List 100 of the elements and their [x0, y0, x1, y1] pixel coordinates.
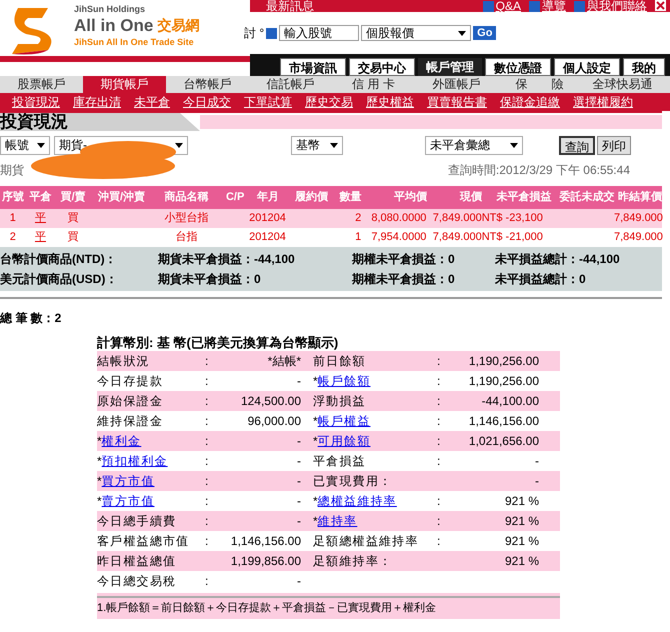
- equity-link[interactable]: 預扣權利金: [102, 452, 168, 470]
- close-position-link[interactable]: 平: [34, 212, 46, 224]
- asterisk: *: [313, 433, 318, 450]
- record-count: 總 筆 數：2: [0, 310, 62, 327]
- dropdown-icon: [510, 142, 518, 148]
- account-tab[interactable]: 保 險: [498, 76, 581, 93]
- close-icon[interactable]: [655, 0, 666, 11]
- table-cell: 2: [355, 212, 362, 224]
- column-header: 委託未成交: [558, 190, 615, 206]
- colon: :: [437, 494, 440, 508]
- equity-label: 原始保證金: [97, 393, 163, 410]
- table-cell: 1: [10, 212, 16, 224]
- equity-value: -: [297, 574, 301, 588]
- go-button[interactable]: Go: [473, 26, 496, 40]
- totals-value: 未平損益總計：-44,100: [495, 251, 620, 268]
- equity-value: -: [535, 474, 539, 488]
- view-select[interactable]: 未平倉彙總: [425, 136, 523, 154]
- news-link[interactable]: 最新訊息: [266, 0, 314, 12]
- brand-name-cjk: 交易網: [157, 17, 200, 35]
- colon: :: [205, 474, 208, 488]
- query-time: 查詢時間:2012/3/29 下午 06:55:44: [448, 162, 630, 179]
- main-tab[interactable]: 我的: [623, 58, 665, 76]
- main-tab[interactable]: 帳戶管理: [418, 58, 482, 76]
- asterisk: *: [313, 413, 318, 430]
- table-cell: 買: [68, 231, 79, 244]
- equity-label: 昨日權益總值: [97, 553, 176, 570]
- sub-link[interactable]: 投資現況: [12, 93, 60, 111]
- totals-label: 台幣計價商品(NTD)：: [0, 251, 118, 268]
- equity-value: 921 %: [504, 514, 539, 528]
- account-select[interactable]: 帳號: [0, 136, 50, 154]
- table-cell: 201204: [249, 212, 286, 224]
- close-position-link[interactable]: 平: [34, 231, 46, 244]
- colon: :: [205, 354, 208, 368]
- equity-label: 前日餘額: [313, 353, 366, 370]
- table-cell: 7,849.000: [614, 231, 663, 244]
- table-cell: NT$ -23,100: [482, 212, 543, 224]
- asterisk: *: [313, 373, 318, 390]
- account-tab[interactable]: 信託帳戶: [249, 76, 332, 93]
- sub-link[interactable]: 下單試算: [244, 93, 292, 111]
- sub-link[interactable]: 未平倉: [134, 93, 170, 111]
- account-tab[interactable]: 信 用 卡: [332, 76, 415, 93]
- equity-value: -44,100.00: [482, 394, 539, 408]
- sub-link[interactable]: 歷史權益: [366, 93, 414, 111]
- colon: :: [205, 494, 208, 508]
- column-header: 沖買/沖賣: [96, 190, 146, 206]
- equity-link[interactable]: 賣方市值: [102, 492, 154, 510]
- account-tab[interactable]: 台幣帳戶: [166, 76, 249, 93]
- equity-value: 1,146,156.00: [230, 534, 301, 548]
- colon: :: [205, 514, 208, 528]
- equity-label: 今日總交易稅: [97, 573, 176, 590]
- currency-select[interactable]: 基幣: [291, 136, 343, 154]
- colon: :: [437, 394, 440, 408]
- formula-note: 1.帳戶餘額＝前日餘額＋今日存提款＋平倉損益－已實現費用＋權利金: [97, 601, 438, 615]
- main-tab[interactable]: 市場資訊: [280, 58, 346, 76]
- account-tab[interactable]: 全球快易通: [581, 76, 664, 93]
- equity-link[interactable]: 帳戶權益: [318, 412, 370, 430]
- equity-link[interactable]: 總權益維持率: [318, 492, 397, 510]
- equity-value: 921 %: [504, 534, 539, 548]
- column-header: 現價: [458, 190, 482, 206]
- header-link[interactable]: Q&A: [496, 0, 521, 12]
- colon: :: [437, 434, 440, 448]
- header-link[interactable]: 與我們聯絡: [587, 0, 647, 12]
- equity-label: 浮動損益: [313, 393, 366, 410]
- main-tab[interactable]: 個人設定: [554, 58, 620, 76]
- column-header: 年月: [256, 190, 280, 206]
- equity-link[interactable]: 帳戶餘額: [318, 372, 370, 390]
- equity-value: 96,000.00: [248, 414, 301, 428]
- table-cell: 8,080.0000: [371, 212, 426, 224]
- quote-select[interactable]: 個股報價: [361, 25, 472, 41]
- totals-value: 期權未平倉損益：0: [352, 271, 456, 288]
- main-tab[interactable]: 數位憑證: [485, 58, 551, 76]
- sub-link[interactable]: 今日成交: [183, 93, 231, 111]
- action-button[interactable]: 列印: [597, 136, 631, 154]
- sub-link[interactable]: 歷史交易: [305, 93, 353, 111]
- dropdown-icon: [175, 142, 183, 148]
- colon: :: [437, 454, 440, 468]
- main-tab[interactable]: 交易中心: [349, 58, 415, 76]
- account-tab[interactable]: 股票帳戶: [0, 76, 83, 93]
- equity-link[interactable]: 買方市值: [102, 472, 154, 490]
- action-button[interactable]: 查詢: [559, 136, 595, 154]
- stock-code-field[interactable]: 輸入股號: [279, 25, 360, 41]
- equity-label: 平倉損益: [313, 453, 366, 470]
- sub-link[interactable]: 庫存出清: [73, 93, 121, 111]
- sub-link[interactable]: 選擇權履約: [573, 93, 633, 111]
- asterisk: *: [97, 493, 102, 510]
- account-tab[interactable]: 外匯帳戶: [415, 76, 498, 93]
- asterisk: *: [97, 453, 102, 470]
- sub-link[interactable]: 買賣報告書: [427, 93, 487, 111]
- header-link[interactable]: 導覽: [542, 0, 566, 12]
- equity-link[interactable]: 權利金: [102, 432, 142, 450]
- asterisk: *: [313, 493, 318, 510]
- totals-value: 期權未平倉損益：0: [352, 251, 456, 268]
- equity-link[interactable]: 可用餘額: [318, 432, 370, 450]
- colon: :: [437, 534, 440, 548]
- equity-value: -: [535, 454, 539, 468]
- account-tab[interactable]: 期貨帳戶: [83, 76, 166, 93]
- totals-value: 未平損益總計：0: [495, 271, 586, 288]
- sub-link[interactable]: 保證金追繳: [500, 93, 560, 111]
- equity-link[interactable]: 維持率: [318, 512, 358, 530]
- column-header: 昨結算價: [617, 190, 662, 206]
